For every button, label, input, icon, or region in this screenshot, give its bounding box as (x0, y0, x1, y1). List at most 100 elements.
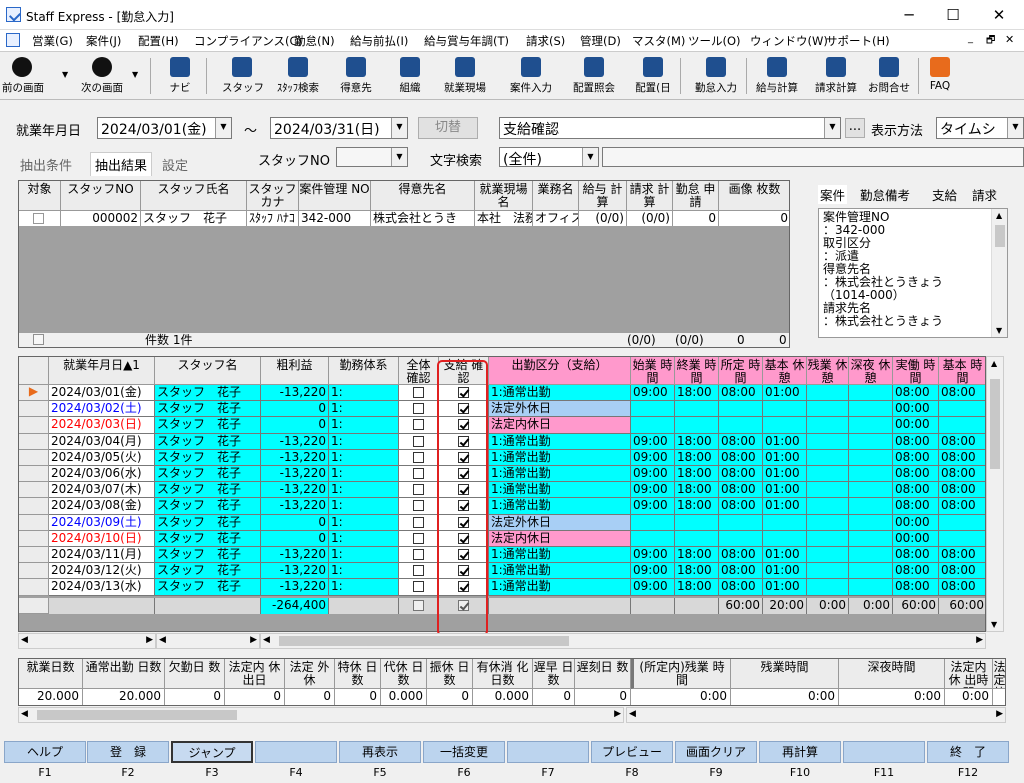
row-indicator[interactable] (19, 482, 49, 499)
fkey-button-f3[interactable]: ジャンプ (171, 741, 253, 763)
main-header-9[interactable]: 所定 時間 (719, 357, 763, 385)
top-header-1[interactable]: スタッフNO (61, 181, 141, 211)
overall-confirm-checkbox[interactable] (399, 449, 439, 466)
mdi-minimize-icon[interactable]: _ (968, 33, 973, 44)
menu-item-7[interactable]: 請求(S) (526, 33, 565, 49)
toolbar-button-15[interactable]: FAQ (920, 54, 960, 98)
main-header-1[interactable]: スタッフ名 (155, 357, 261, 385)
overall-confirm-checkbox[interactable] (399, 385, 439, 402)
overall-confirm-checkbox[interactable] (399, 563, 439, 580)
toolbar-button-0[interactable]: 前の画面 (2, 54, 44, 98)
top-header-9[interactable]: 請求 計算 (627, 181, 673, 211)
fkey-button-f9[interactable]: 画面クリア (675, 741, 757, 763)
main-vscroll[interactable]: ▲ ▼ (986, 356, 1004, 632)
row-indicator[interactable] (19, 417, 49, 434)
forward-dropdown-icon[interactable]: ▼ (132, 70, 138, 79)
side-tab-1[interactable]: 勤怠備考 (860, 185, 910, 204)
text-search-select[interactable]: (全件) ▼ (499, 147, 599, 167)
main-header-13[interactable]: 実働 時間 (893, 357, 939, 385)
overall-confirm-checkbox[interactable] (399, 579, 439, 596)
maximize-button[interactable]: ☐ (938, 6, 968, 24)
menu-item-0[interactable]: 営業(G) (32, 33, 73, 49)
text-search-input[interactable] (602, 147, 1024, 167)
menu-item-10[interactable]: ツール(O) (688, 33, 741, 49)
main-header-8[interactable]: 終業 時間 (675, 357, 719, 385)
target-checkbox[interactable] (33, 213, 44, 224)
overall-confirm-checkbox[interactable] (399, 417, 439, 434)
display-method-select[interactable]: タイムシ ▼ (936, 117, 1024, 139)
menu-item-12[interactable]: サポート(H) (826, 33, 890, 49)
row-indicator[interactable] (19, 401, 49, 418)
ellipsis-button[interactable]: ... (845, 118, 865, 138)
top-header-3[interactable]: スタッフ カナ (247, 181, 299, 211)
main-header-7[interactable]: 始業 時間 (631, 357, 675, 385)
end-date-select[interactable]: 2024/03/31(日) ▼ (270, 117, 408, 139)
fkey-button-f11[interactable] (843, 741, 925, 763)
fkey-button-f1[interactable]: ヘルプ (4, 741, 86, 763)
menu-item-9[interactable]: マスタ(M) (632, 33, 685, 49)
tab-results[interactable]: 抽出結果 (90, 152, 153, 176)
fkey-button-f10[interactable]: 再計算 (759, 741, 841, 763)
menu-item-4[interactable]: 勤怠(N) (294, 33, 335, 49)
toolbar-button-1[interactable]: 次の画面 (74, 54, 130, 98)
fkey-button-f12[interactable]: 終 了 (927, 741, 1009, 763)
menu-item-8[interactable]: 管理(D) (580, 33, 621, 49)
top-header-6[interactable]: 就業現場 名 (475, 181, 533, 211)
overall-confirm-checkbox[interactable] (399, 401, 439, 418)
row-indicator[interactable] (19, 498, 49, 515)
hscroll-2[interactable]: ◀ ▶ (156, 633, 260, 649)
toolbar-button-12[interactable]: 給与計算 (752, 54, 802, 98)
minimize-button[interactable]: ─ (894, 6, 924, 24)
main-header-6[interactable]: 出勤区分（支給） (489, 357, 631, 385)
toolbar-button-7[interactable]: 就業現場 (438, 54, 492, 98)
overall-confirm-checkbox[interactable] (399, 466, 439, 483)
main-header-14[interactable]: 基本 時間 (939, 357, 985, 385)
side-tab-3[interactable]: 請求 (972, 185, 997, 204)
toolbar-button-3[interactable]: スタッフ (222, 54, 264, 98)
close-button[interactable]: ✕ (984, 6, 1014, 24)
toolbar-button-11[interactable]: 勤怠入力 (688, 54, 744, 98)
start-date-select[interactable]: 2024/03/01(金) ▼ (97, 117, 232, 139)
row-indicator[interactable]: ▶ (19, 385, 49, 402)
top-header-5[interactable]: 得意先名 (371, 181, 475, 211)
menu-item-11[interactable]: ウィンドウ(W) (750, 33, 828, 49)
main-header-10[interactable]: 基本 休憩 (763, 357, 807, 385)
fkey-button-f2[interactable]: 登 録 (87, 741, 169, 763)
overall-confirm-checkbox[interactable] (399, 530, 439, 547)
main-header-3[interactable]: 勤務体系 (329, 357, 399, 385)
menu-item-3[interactable]: コンプライアンス(C) (194, 33, 302, 49)
top-header-2[interactable]: スタッフ氏名 (141, 181, 247, 211)
main-header-11[interactable]: 残業 休憩 (807, 357, 849, 385)
menu-item-1[interactable]: 案件(J) (86, 33, 121, 49)
main-header-12[interactable]: 深夜 休憩 (849, 357, 893, 385)
mode-select[interactable]: 支給確認 ▼ (499, 117, 841, 139)
side-tab-0[interactable]: 案件 (818, 185, 848, 204)
toolbar-button-13[interactable]: 請求計算 (808, 54, 864, 98)
switch-button[interactable]: 切替 (418, 117, 478, 139)
tab-conditions[interactable]: 抽出条件 (20, 155, 72, 174)
fkey-button-f7[interactable] (507, 741, 589, 763)
fkey-button-f8[interactable]: プレビュー (591, 741, 673, 763)
back-dropdown-icon[interactable]: ▼ (62, 70, 68, 79)
toolbar-button-14[interactable]: お問合せ (864, 54, 914, 98)
fkey-button-f4[interactable] (255, 741, 337, 763)
overall-confirm-checkbox[interactable] (399, 498, 439, 515)
toolbar-button-9[interactable]: 配置照会 (566, 54, 622, 98)
staff-no-select[interactable]: ▼ (336, 147, 408, 167)
toolbar-button-6[interactable]: 組織 (392, 54, 428, 98)
hscroll-1[interactable]: ◀ ▶ (18, 633, 156, 649)
summary-hscroll-1[interactable]: ◀ ▶ (18, 707, 624, 723)
row-indicator[interactable] (19, 433, 49, 450)
side-tab-2[interactable]: 支給 (932, 185, 957, 204)
overall-confirm-checkbox[interactable] (399, 433, 439, 450)
fkey-button-f6[interactable]: 一括変更 (423, 741, 505, 763)
row-indicator[interactable] (19, 449, 49, 466)
toolbar-button-10[interactable]: 配置(日 (628, 54, 678, 98)
main-header-0[interactable]: 就業年月日▲1 (49, 357, 155, 385)
top-header-4[interactable]: 案件管理 NO (299, 181, 371, 211)
summary-hscroll-2[interactable]: ◀ ▶ (626, 707, 1006, 723)
top-header-0[interactable]: 対象 (19, 181, 61, 211)
row-indicator[interactable] (19, 466, 49, 483)
table-row[interactable]: 000002 スタッフ 花子 ｽﾀｯﾌ ﾊﾅｺ 342-000 株式会社とうき 本社 法務… (19, 211, 789, 226)
toolbar-button-4[interactable]: ｽﾀｯﾌ検索 (270, 54, 326, 98)
